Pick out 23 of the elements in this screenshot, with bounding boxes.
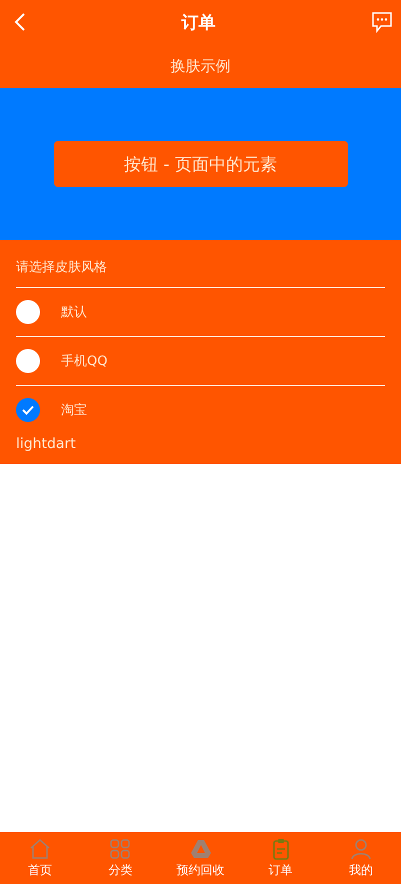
option-label: 默认 <box>61 304 87 321</box>
option-label: 淘宝 <box>61 402 87 419</box>
back-icon[interactable] <box>14 12 26 32</box>
person-icon <box>350 838 372 860</box>
home-icon <box>29 838 52 860</box>
skin-prompt: 请选择皮肤风格 <box>16 240 385 288</box>
tab-item[interactable]: 我的 <box>320 832 401 884</box>
check-icon <box>22 405 34 415</box>
tab-item[interactable]: 首页 <box>0 832 80 884</box>
section-heading: 换肤示例 <box>0 44 401 88</box>
page-title: 订单 <box>182 12 216 34</box>
tab-item[interactable]: 分类 <box>80 832 160 884</box>
chat-icon[interactable] <box>371 11 393 33</box>
element-button[interactable]: 按钮 - 页面中的元素 <box>54 141 348 187</box>
tab-item[interactable]: 订单 <box>240 832 321 884</box>
radio-button[interactable] <box>16 349 40 373</box>
tab-item[interactable]: 预约回收 <box>160 832 241 884</box>
radio-button[interactable] <box>16 300 40 324</box>
current-skin: lightdart <box>16 435 77 452</box>
option-label: 手机QQ <box>61 353 108 370</box>
grid-icon <box>109 838 132 860</box>
triangle-icon <box>190 838 212 860</box>
radio-button[interactable] <box>16 398 40 422</box>
